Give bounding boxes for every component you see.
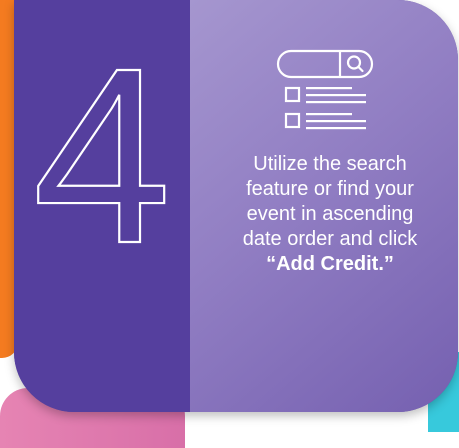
step-number: 4	[31, 15, 172, 296]
instruction-text: Utilize the search feature or find your …	[242, 153, 418, 250]
step-instructions: Utilize the search feature or find your …	[230, 152, 430, 277]
add-credit-emphasis: “Add Credit.”	[266, 253, 394, 275]
step-number-text: 4	[32, 16, 171, 295]
search-bar-list-icon	[276, 49, 374, 130]
